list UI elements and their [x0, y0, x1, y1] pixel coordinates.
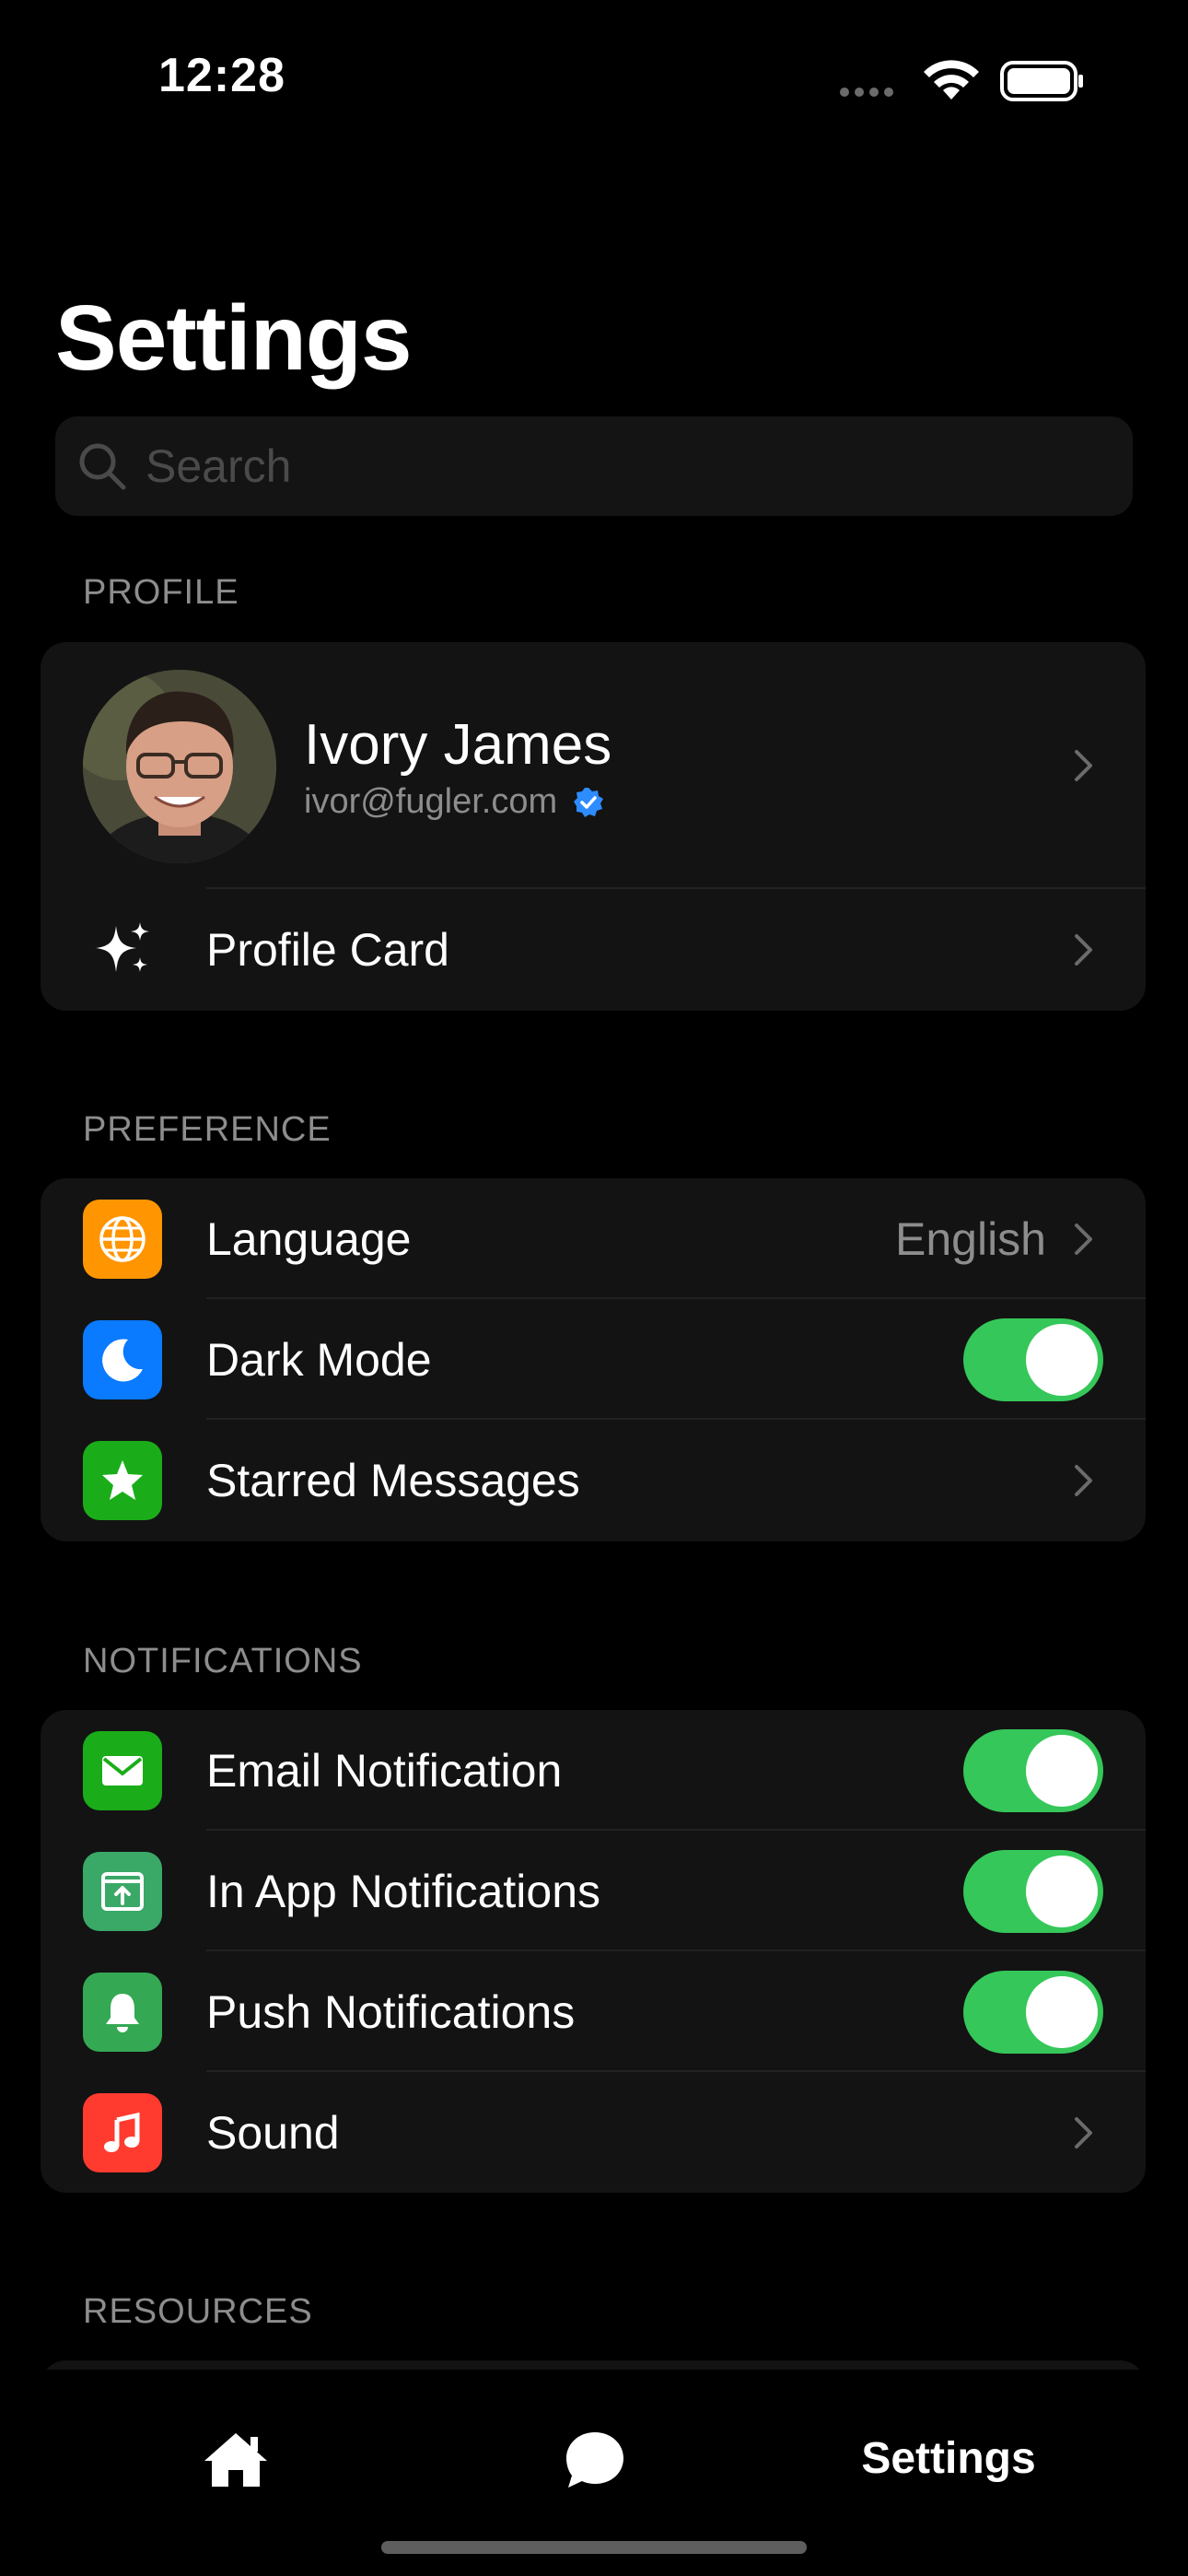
home-indicator — [381, 2541, 807, 2554]
push-notifications-row: Push Notifications — [41, 1951, 1146, 2072]
chevron-right-icon — [1075, 2116, 1092, 2149]
preference-card: Language English Dark Mode Starred Messa… — [41, 1178, 1146, 1541]
wifi-icon — [921, 57, 982, 106]
profile-email-wrap: ivor@fugler.com — [304, 782, 605, 822]
search-bar[interactable] — [55, 416, 1133, 516]
profile-card: Ivory James ivor@fugler.com Profile Card — [41, 642, 1146, 1011]
push-notifications-label: Push Notifications — [206, 1985, 576, 2038]
signal-dots-icon — [840, 85, 904, 97]
notifications-card: Email Notification In App Notifications … — [41, 1710, 1146, 2193]
profile-row[interactable]: Ivory James ivor@fugler.com — [41, 642, 1146, 889]
battery-icon — [1000, 61, 1085, 106]
in-app-notifications-row: In App Notifications — [41, 1831, 1146, 1951]
in-app-icon — [83, 1852, 162, 1931]
email-notification-row: Email Notification — [41, 1710, 1146, 1831]
section-label-resources: RESOURCES — [83, 2292, 313, 2331]
dark-mode-toggle[interactable] — [963, 1318, 1103, 1401]
profile-card-label: Profile Card — [206, 924, 449, 976]
dark-mode-label: Dark Mode — [206, 1333, 432, 1386]
search-icon — [79, 443, 126, 490]
starred-messages-row[interactable]: Starred Messages — [41, 1420, 1146, 1541]
sound-label: Sound — [206, 2106, 340, 2159]
profile-email: ivor@fugler.com — [304, 782, 558, 821]
starred-messages-label: Starred Messages — [206, 1455, 580, 1506]
bell-icon — [83, 1973, 162, 2052]
moon-icon — [83, 1320, 162, 1399]
push-notifications-toggle[interactable] — [963, 1971, 1103, 2054]
in-app-notifications-label: In App Notifications — [206, 1865, 601, 1917]
chevron-right-icon — [1075, 1223, 1092, 1255]
chevron-right-icon — [1075, 750, 1092, 781]
in-app-notifications-toggle[interactable] — [963, 1850, 1103, 1933]
sound-row[interactable]: Sound — [41, 2072, 1146, 2193]
house-icon — [204, 2433, 267, 2487]
profile-name: Ivory James — [304, 713, 612, 777]
section-label-preference: PREFERENCE — [83, 1110, 332, 1149]
language-row[interactable]: Language English — [41, 1178, 1146, 1299]
dark-mode-row: Dark Mode — [41, 1299, 1146, 1420]
profile-card-row[interactable]: Profile Card — [41, 889, 1146, 1011]
tab-home[interactable] — [199, 2423, 273, 2497]
language-value: English — [895, 1212, 1046, 1265]
star-icon — [83, 1441, 162, 1520]
section-label-notifications: NOTIFICATIONS — [83, 1642, 363, 1680]
globe-icon — [83, 1200, 162, 1279]
envelope-icon — [83, 1731, 162, 1810]
toggle-knob — [1026, 1976, 1098, 2048]
chevron-right-icon — [1075, 934, 1092, 966]
page-title: Settings — [55, 287, 412, 390]
email-notification-label: Email Notification — [206, 1744, 563, 1797]
tab-settings[interactable]: Settings — [856, 2430, 1041, 2486]
toggle-knob — [1026, 1856, 1098, 1927]
toggle-knob — [1026, 1735, 1098, 1807]
verified-badge-icon — [574, 787, 604, 817]
toggle-knob — [1026, 1324, 1098, 1396]
search-input[interactable] — [144, 439, 1068, 494]
music-note-icon — [83, 2093, 162, 2172]
chevron-right-icon — [1075, 1465, 1092, 1496]
tab-chat[interactable] — [558, 2423, 632, 2497]
status-time: 12:28 — [158, 49, 285, 102]
sparkles-icon — [83, 911, 162, 990]
email-notification-toggle[interactable] — [963, 1729, 1103, 1812]
section-label-profile: PROFILE — [83, 573, 239, 612]
avatar — [83, 670, 276, 863]
language-label: Language — [206, 1212, 412, 1265]
chat-bubble-icon — [566, 2432, 623, 2488]
